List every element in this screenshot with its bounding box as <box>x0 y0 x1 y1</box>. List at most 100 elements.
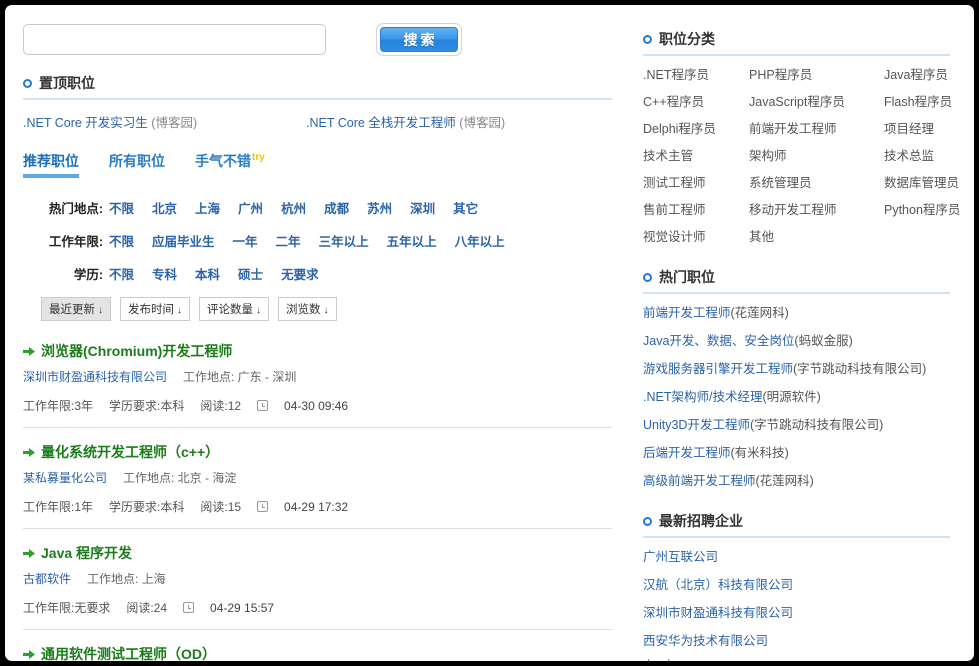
category-link[interactable]: Delphi程序员 <box>643 118 749 137</box>
filter-location-option[interactable]: 广州 <box>238 198 263 217</box>
search-button[interactable]: 搜索 <box>380 27 458 52</box>
sort-comment-count-label: 评论数量 <box>207 304 253 316</box>
sort-arrow-down-icon: ↓ <box>177 305 182 316</box>
job-title-link[interactable]: 浏览器(Chromium)开发工程师 <box>41 341 232 361</box>
job-list-item: 浏览器(Chromium)开发工程师 深圳市财盈通科技有限公司 工作地点: 广东… <box>23 341 612 428</box>
latest-companies-section-title: 最新招聘企业 <box>659 513 743 529</box>
job-company-link[interactable]: 古都软件 <box>23 570 71 587</box>
hot-job-item: 前端开发工程师(花莲网科) <box>643 302 950 321</box>
category-link[interactable]: 系统管理员 <box>749 172 884 191</box>
filter-location-option[interactable]: 苏州 <box>367 198 392 217</box>
sort-comment-count-button[interactable]: 评论数量 ↓ <box>199 297 269 321</box>
sort-view-count-button[interactable]: 浏览数 ↓ <box>278 297 337 321</box>
job-company-link[interactable]: 某私募量化公司 <box>23 469 107 486</box>
job-title-link[interactable]: Java 程序开发 <box>41 543 132 563</box>
hot-job-link[interactable]: 高级前端开发工程师 <box>643 474 756 488</box>
category-link[interactable]: 售前工程师 <box>643 199 749 218</box>
sort-view-count-label: 浏览数 <box>286 304 321 316</box>
category-link[interactable]: 架构师 <box>749 145 884 164</box>
sort-arrow-down-icon: ↓ <box>98 305 103 316</box>
sort-arrow-down-icon: ↓ <box>256 305 261 316</box>
filter-experience-option[interactable]: 八年以上 <box>455 231 505 250</box>
filter-location-option[interactable]: 北京 <box>152 198 177 217</box>
category-link[interactable]: C++程序员 <box>643 91 749 110</box>
filter-location-option[interactable]: 不限 <box>109 198 134 217</box>
company-item: 深圳市财盈通科技有限公司 <box>643 602 950 621</box>
filter-experience-option[interactable]: 应届毕业生 <box>152 231 215 250</box>
job-company-link[interactable]: 深圳市财盈通科技有限公司 <box>23 368 167 385</box>
filter-location-option[interactable]: 其它 <box>453 198 478 217</box>
hot-job-company: (字节跳动科技有限公司) <box>749 418 884 432</box>
filter-experience-option[interactable]: 五年以上 <box>387 231 437 250</box>
filter-location-option[interactable]: 上海 <box>195 198 220 217</box>
filter-education-option[interactable]: 专科 <box>152 264 177 283</box>
tab-lucky[interactable]: 手气不错try <box>195 151 265 176</box>
pinned-job-link[interactable]: .NET Core 开发实习生 <box>23 116 148 130</box>
filter-education-option[interactable]: 本科 <box>195 264 220 283</box>
filter-education-option[interactable]: 不限 <box>109 264 134 283</box>
category-link[interactable]: PHP程序员 <box>749 64 884 83</box>
hot-job-link[interactable]: .NET架构师/技术经理 <box>643 390 762 404</box>
job-list-item: Java 程序开发 古都软件 工作地点: 上海 工作年限:无要求 阅读:24 0… <box>23 543 612 630</box>
search-input[interactable] <box>23 24 326 55</box>
company-link[interactable]: 汉航（北京）科技有限公司 <box>643 578 793 592</box>
tab-all-jobs-label: 所有职位 <box>109 153 165 169</box>
filter-experience-option[interactable]: 一年 <box>233 231 258 250</box>
tab-all-jobs[interactable]: 所有职位 <box>109 151 165 176</box>
company-link[interactable]: 西安华为技术有限公司 <box>643 634 768 648</box>
category-link[interactable]: Java程序员 <box>884 64 960 83</box>
category-link[interactable]: 移动开发工程师 <box>749 199 884 218</box>
category-link[interactable]: Python程序员 <box>884 199 960 218</box>
sort-publish-time-label: 发布时间 <box>128 304 174 316</box>
hot-job-item: 高级前端开发工程师(花莲网科) <box>643 470 950 489</box>
page-content: 搜索 置顶职位 .NET Core 开发实习生 (博客园) .NET Core … <box>5 5 974 661</box>
filter-location-option[interactable]: 杭州 <box>281 198 306 217</box>
latest-companies-section-divider <box>643 536 950 538</box>
hot-jobs-section-header: 热门职位 <box>643 267 950 287</box>
pinned-section-header: 置顶职位 <box>23 73 619 97</box>
category-link[interactable]: .NET程序员 <box>643 64 749 83</box>
clock-icon <box>257 400 269 411</box>
hot-job-link[interactable]: 游戏服务器引擎开发工程师 <box>643 362 793 376</box>
filter-education-option[interactable]: 硕士 <box>238 264 263 283</box>
filter-location-option[interactable]: 深圳 <box>410 198 435 217</box>
category-link[interactable]: JavaScript程序员 <box>749 91 884 110</box>
category-link[interactable]: 测试工程师 <box>643 172 749 191</box>
category-grid: .NET程序员 PHP程序员 Java程序员 C++程序员 JavaScript… <box>643 64 960 245</box>
sort-recent-update-button[interactable]: 最近更新 ↓ <box>41 297 111 321</box>
company-link[interactable]: 深圳市财盈通科技有限公司 <box>643 606 793 620</box>
hot-job-link[interactable]: Java开发、数据、安全岗位 <box>643 334 794 348</box>
company-item: dasdasc <box>643 658 950 661</box>
filter-education-option[interactable]: 无要求 <box>281 264 319 283</box>
pinned-section-title: 置顶职位 <box>39 75 95 91</box>
job-title-link[interactable]: 通用软件测试工程师（OD） <box>41 644 216 661</box>
filter-location-option[interactable]: 成都 <box>324 198 349 217</box>
company-item: 广州互联公司 <box>643 546 950 565</box>
category-link[interactable]: 技术主管 <box>643 145 749 164</box>
job-views: 阅读:15 <box>200 500 242 514</box>
company-link[interactable]: dasdasc <box>643 658 690 661</box>
category-link[interactable]: Flash程序员 <box>884 91 960 110</box>
hot-job-link[interactable]: Unity3D开发工程师 <box>643 418 750 432</box>
category-link[interactable]: 前端开发工程师 <box>749 118 884 137</box>
job-list-item: 通用软件测试工程师（OD） 西安华为技术有限公司 工作地点: 陕西 - 西安 <box>23 644 612 661</box>
category-link[interactable]: 视觉设计师 <box>643 226 749 245</box>
arrow-right-icon <box>23 548 35 558</box>
sort-publish-time-button[interactable]: 发布时间 ↓ <box>120 297 190 321</box>
filter-experience-option[interactable]: 三年以上 <box>319 231 369 250</box>
filter-experience-option[interactable]: 不限 <box>109 231 134 250</box>
hot-job-item: .NET架构师/技术经理(明源软件) <box>643 386 950 405</box>
category-link[interactable]: 数据库管理员 <box>884 172 960 191</box>
job-title-link[interactable]: 量化系统开发工程师（c++） <box>41 442 219 462</box>
company-link[interactable]: 广州互联公司 <box>643 550 718 564</box>
category-link[interactable]: 项目经理 <box>884 118 960 137</box>
tab-recommended[interactable]: 推荐职位 <box>23 151 79 178</box>
hot-job-link[interactable]: 后端开发工程师 <box>643 446 731 460</box>
job-date: 04-29 17:32 <box>284 499 349 514</box>
pinned-job-company: (博客园) <box>151 116 198 130</box>
filter-experience-option[interactable]: 二年 <box>276 231 301 250</box>
pinned-job-link[interactable]: .NET Core 全栈开发工程师 <box>306 116 456 130</box>
hot-job-link[interactable]: 前端开发工程师 <box>643 306 731 320</box>
category-link[interactable]: 其他 <box>749 226 884 245</box>
category-link[interactable]: 技术总监 <box>884 145 960 164</box>
